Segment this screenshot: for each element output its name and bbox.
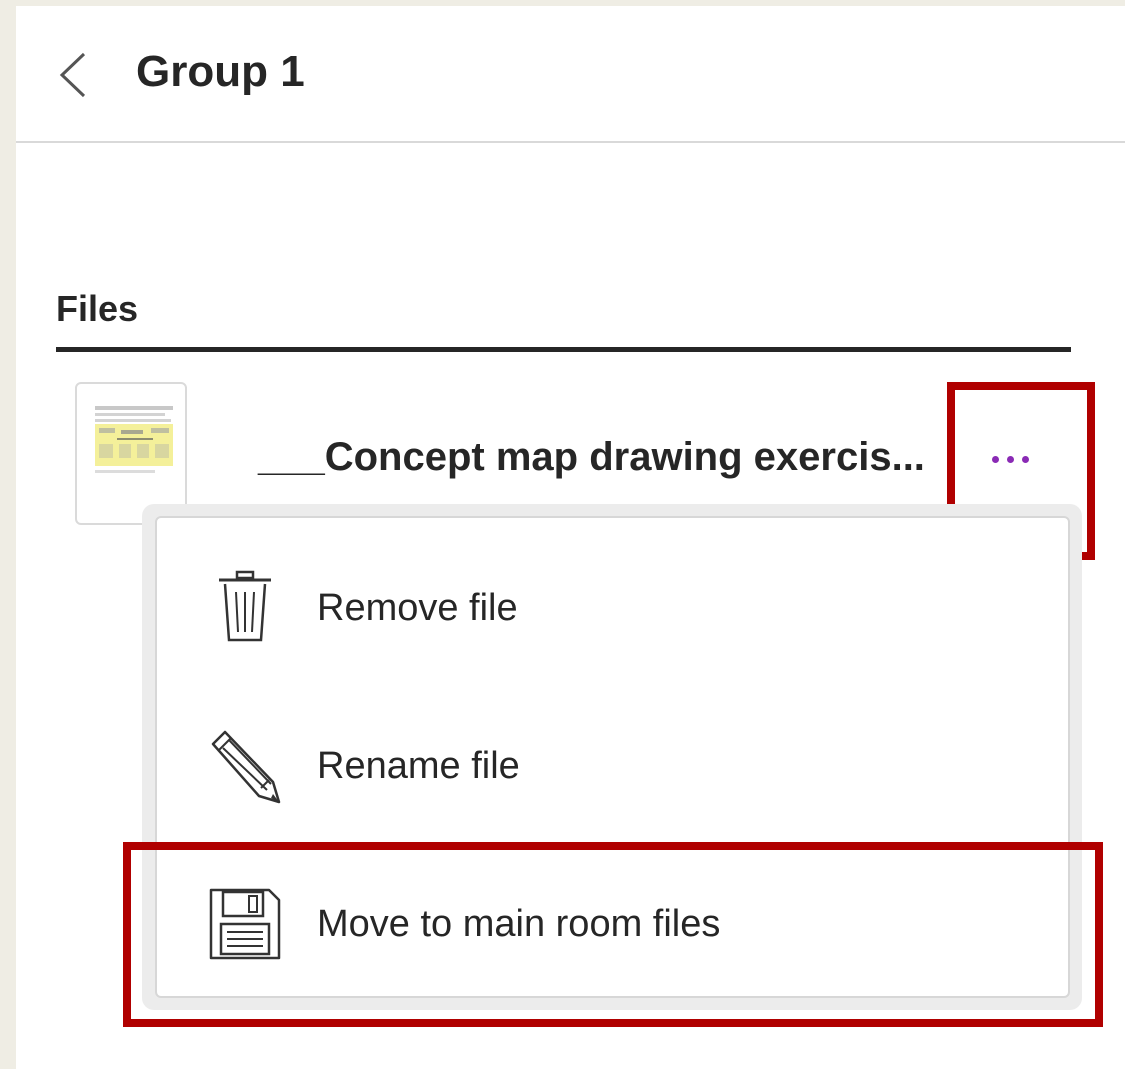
group-panel: Group 1 Files ___Concept map drawing exe…	[16, 6, 1125, 1069]
pencil-icon	[211, 730, 281, 804]
chevron-left-icon[interactable]	[54, 50, 90, 100]
panel-header: Group 1	[16, 6, 1125, 143]
menu-item-remove-file[interactable]: Remove file	[157, 530, 1068, 680]
menu-item-label: Remove file	[317, 587, 518, 629]
menu-item-rename-file[interactable]: Rename file	[157, 688, 1068, 838]
file-name[interactable]: ___Concept map drawing exercis...	[258, 429, 925, 485]
page-title: Group 1	[136, 47, 305, 96]
files-section-divider	[56, 347, 1071, 352]
trash-icon	[219, 570, 271, 642]
files-section-label: Files	[56, 288, 139, 329]
document-thumbnail-icon	[95, 406, 173, 473]
annotation-highlight-move-item	[123, 842, 1103, 1027]
menu-item-label: Rename file	[317, 745, 520, 787]
